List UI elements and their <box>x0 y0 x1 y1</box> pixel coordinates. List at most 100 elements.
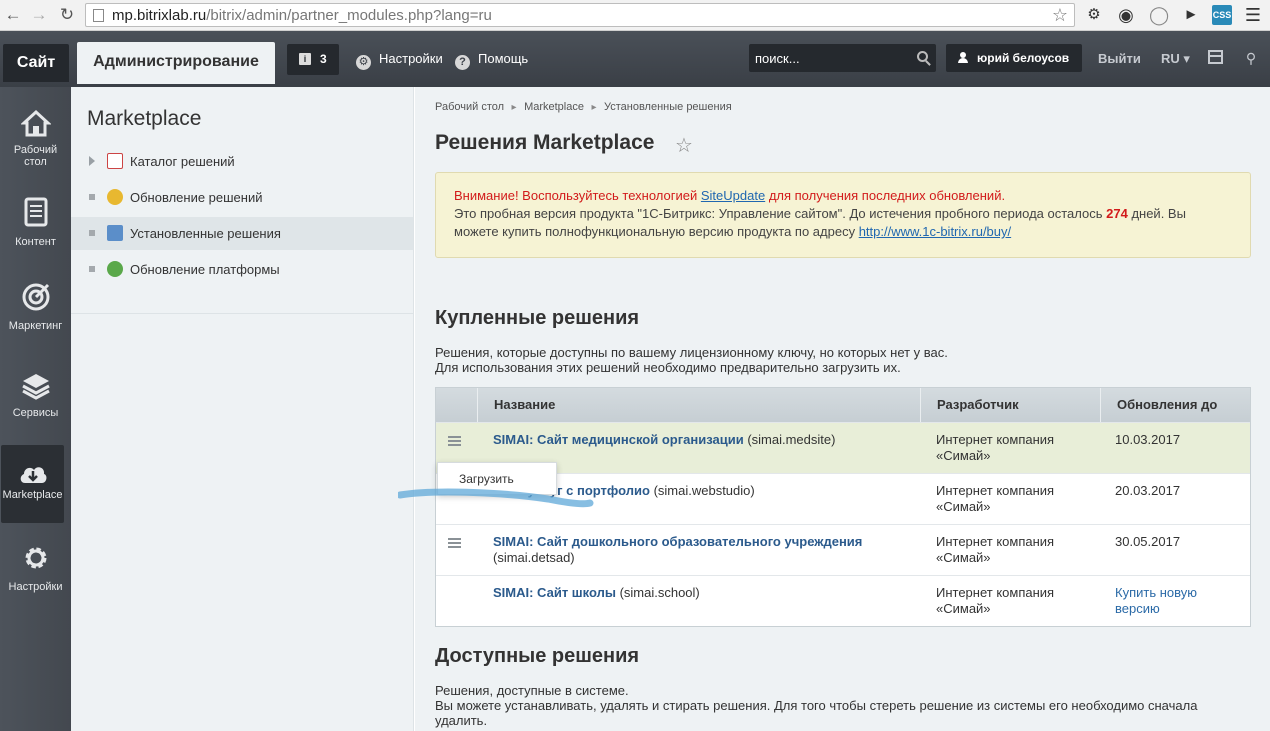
layout-icon[interactable] <box>1208 50 1223 64</box>
menu-item-label: Обновление платформы <box>130 262 280 277</box>
buy-new-version-link[interactable]: Купить новую версию <box>1115 585 1245 617</box>
reload-icon[interactable]: ↻ <box>56 4 78 26</box>
breadcrumb-item[interactable]: Установленные решения <box>604 101 732 113</box>
main-content: Рабочий стол ▸ Marketplace ▸ Установленные р… <box>415 87 1270 731</box>
column-updates-until[interactable]: Обновления до <box>1100 388 1250 422</box>
notifications-button[interactable]: i 3 <box>287 44 339 75</box>
admin-top-panel: Сайт Администрирование i 3 ⚙ Настройки ? П… <box>0 31 1270 87</box>
developer: Интернет компания «Симай» <box>936 432 1055 463</box>
annotation-stroke-icon <box>398 488 594 508</box>
back-icon[interactable]: ← <box>2 4 24 26</box>
table-row[interactable]: SIMAI: Сайт медицинской организации (sim… <box>436 422 1250 473</box>
menu-item-updates[interactable]: Обновление решений <box>71 181 413 214</box>
tab-administration[interactable]: Администрирование <box>77 42 275 84</box>
installed-icon <box>107 225 123 241</box>
buy-url-link[interactable]: http://www.1c-bitrix.ru/buy/ <box>859 224 1011 239</box>
available-desc: Вы можете устанавливать, удалять и стира… <box>435 698 1198 713</box>
menu-item-catalog[interactable]: Каталог решений <box>71 145 413 178</box>
user-name: юрий белоусов <box>977 51 1070 65</box>
platform-update-icon <box>107 261 123 277</box>
user-icon <box>958 52 968 63</box>
extension-icon[interactable]: ⚙ <box>1084 5 1104 25</box>
home-icon <box>20 109 51 137</box>
alert-line: Это пробная версия продукта "1С-Битрикс:… <box>454 206 1186 221</box>
forward-icon[interactable]: → <box>28 4 50 26</box>
menu-item-installed[interactable]: Установленные решения <box>71 217 413 250</box>
menu-item-label: Каталог решений <box>130 154 235 169</box>
notifications-count: 3 <box>320 52 327 66</box>
css-icon[interactable]: CSS <box>1212 5 1232 25</box>
pin-icon[interactable]: ⚲ <box>1243 50 1259 66</box>
info-icon: i <box>299 53 311 65</box>
alert-line: можете купить полнофункциональную версию… <box>454 224 1012 239</box>
browser-toolbar: ← → ↻ mp.bitrixlab.ru/bitrix/admin/partn… <box>0 0 1270 31</box>
favorite-star-icon[interactable]: ☆ <box>675 133 693 158</box>
language-switcher[interactable]: RU ▾ <box>1161 51 1190 67</box>
sidebar-item-label: Контент <box>15 236 56 248</box>
layers-icon <box>21 374 50 400</box>
menu-item-platform-update[interactable]: Обновление платформы <box>71 253 413 286</box>
breadcrumb-item[interactable]: Рабочий стол <box>435 101 504 113</box>
available-desc: Решения, доступные в системе. <box>435 683 629 698</box>
target-icon <box>22 283 49 311</box>
sidebar-item-marketing[interactable]: Маркетинг <box>0 268 71 346</box>
logout-link[interactable]: Выйти <box>1098 51 1141 66</box>
sidebar-item-label: Рабочий <box>13 144 58 156</box>
sidebar-item-label: Сервисы <box>12 407 59 419</box>
expand-arrow-icon[interactable] <box>89 156 95 166</box>
update-icon <box>107 189 123 205</box>
menu-icon[interactable]: ☰ <box>1243 5 1263 25</box>
catalog-icon <box>107 153 123 169</box>
purchased-heading: Купленные решения <box>435 307 640 329</box>
menu-item-label: Обновление решений <box>130 190 263 205</box>
developer: Интернет компания «Симай» <box>936 483 1055 514</box>
sound-icon[interactable]: ► <box>1181 5 1201 25</box>
settings-link[interactable]: ⚙ Настройки <box>356 51 443 70</box>
column-developer[interactable]: Разработчик <box>920 388 1100 422</box>
breadcrumb-item[interactable]: Marketplace <box>524 101 584 113</box>
column-name[interactable]: Название <box>477 388 920 422</box>
search-box <box>749 44 936 72</box>
globe-icon[interactable]: ◯ <box>1149 5 1169 25</box>
search-input[interactable] <box>749 44 909 72</box>
eye-icon[interactable]: ◉ <box>1116 5 1136 25</box>
bullet-icon <box>89 194 95 200</box>
breadcrumb-separator-icon: ▸ <box>591 102 597 113</box>
table-row[interactable]: SIMAI: Сайт дошкольного образовательного… <box>436 524 1250 575</box>
cloud-download-icon <box>20 467 46 483</box>
sidebar-item-content[interactable]: Контент <box>0 183 71 261</box>
gear-icon <box>25 547 46 569</box>
search-icon[interactable] <box>917 51 928 62</box>
help-icon: ? <box>455 55 470 70</box>
row-menu-icon[interactable] <box>448 436 461 446</box>
download-menu-item[interactable]: Загрузить <box>459 472 514 486</box>
sidebar-item-marketplace[interactable]: Marketplace <box>1 445 64 523</box>
table-header: Название Разработчик Обновления до <box>436 388 1250 422</box>
tab-site[interactable]: Сайт <box>3 44 69 82</box>
user-button[interactable]: юрий белоусов <box>946 44 1082 72</box>
developer: Интернет компания «Симай» <box>936 534 1055 565</box>
updates-date: 20.03.2017 <box>1115 483 1181 498</box>
help-link[interactable]: ? Помощь <box>455 51 528 70</box>
sidebar-item-label: стол <box>24 156 47 168</box>
table-row[interactable]: SIMAI: Сайт школы (simai.school) Интерне… <box>436 575 1250 626</box>
gear-icon: ⚙ <box>356 55 371 70</box>
sidebar-item-desktop[interactable]: Рабочий стол <box>0 95 71 173</box>
address-bar[interactable]: mp.bitrixlab.ru/bitrix/admin/partner_mod… <box>85 3 1075 27</box>
trial-alert: Внимание! Воспользуйтесь технологией Sit… <box>435 172 1251 258</box>
available-heading: Доступные решения <box>435 645 640 667</box>
row-menu-icon[interactable] <box>448 538 461 548</box>
sidebar-item-services[interactable]: Сервисы <box>0 357 71 435</box>
breadcrumb-separator-icon: ▸ <box>511 102 517 113</box>
menu-title: Marketplace <box>87 107 202 130</box>
days-left: 274 <box>1106 206 1128 221</box>
sidebar-item-label: Marketplace <box>2 489 63 501</box>
siteupdate-link[interactable]: SiteUpdate <box>701 188 765 203</box>
sidebar-item-label: Настройки <box>8 581 63 593</box>
bookmark-star-icon[interactable]: ☆ <box>1052 5 1068 26</box>
updates-date: 30.05.2017 <box>1115 534 1181 549</box>
alert-line: Внимание! Воспользуйтесь технологией Sit… <box>454 188 1006 203</box>
page-icon <box>93 9 104 22</box>
updates-date: 10.03.2017 <box>1115 432 1181 447</box>
sidebar-item-settings[interactable]: Настройки <box>0 529 71 607</box>
